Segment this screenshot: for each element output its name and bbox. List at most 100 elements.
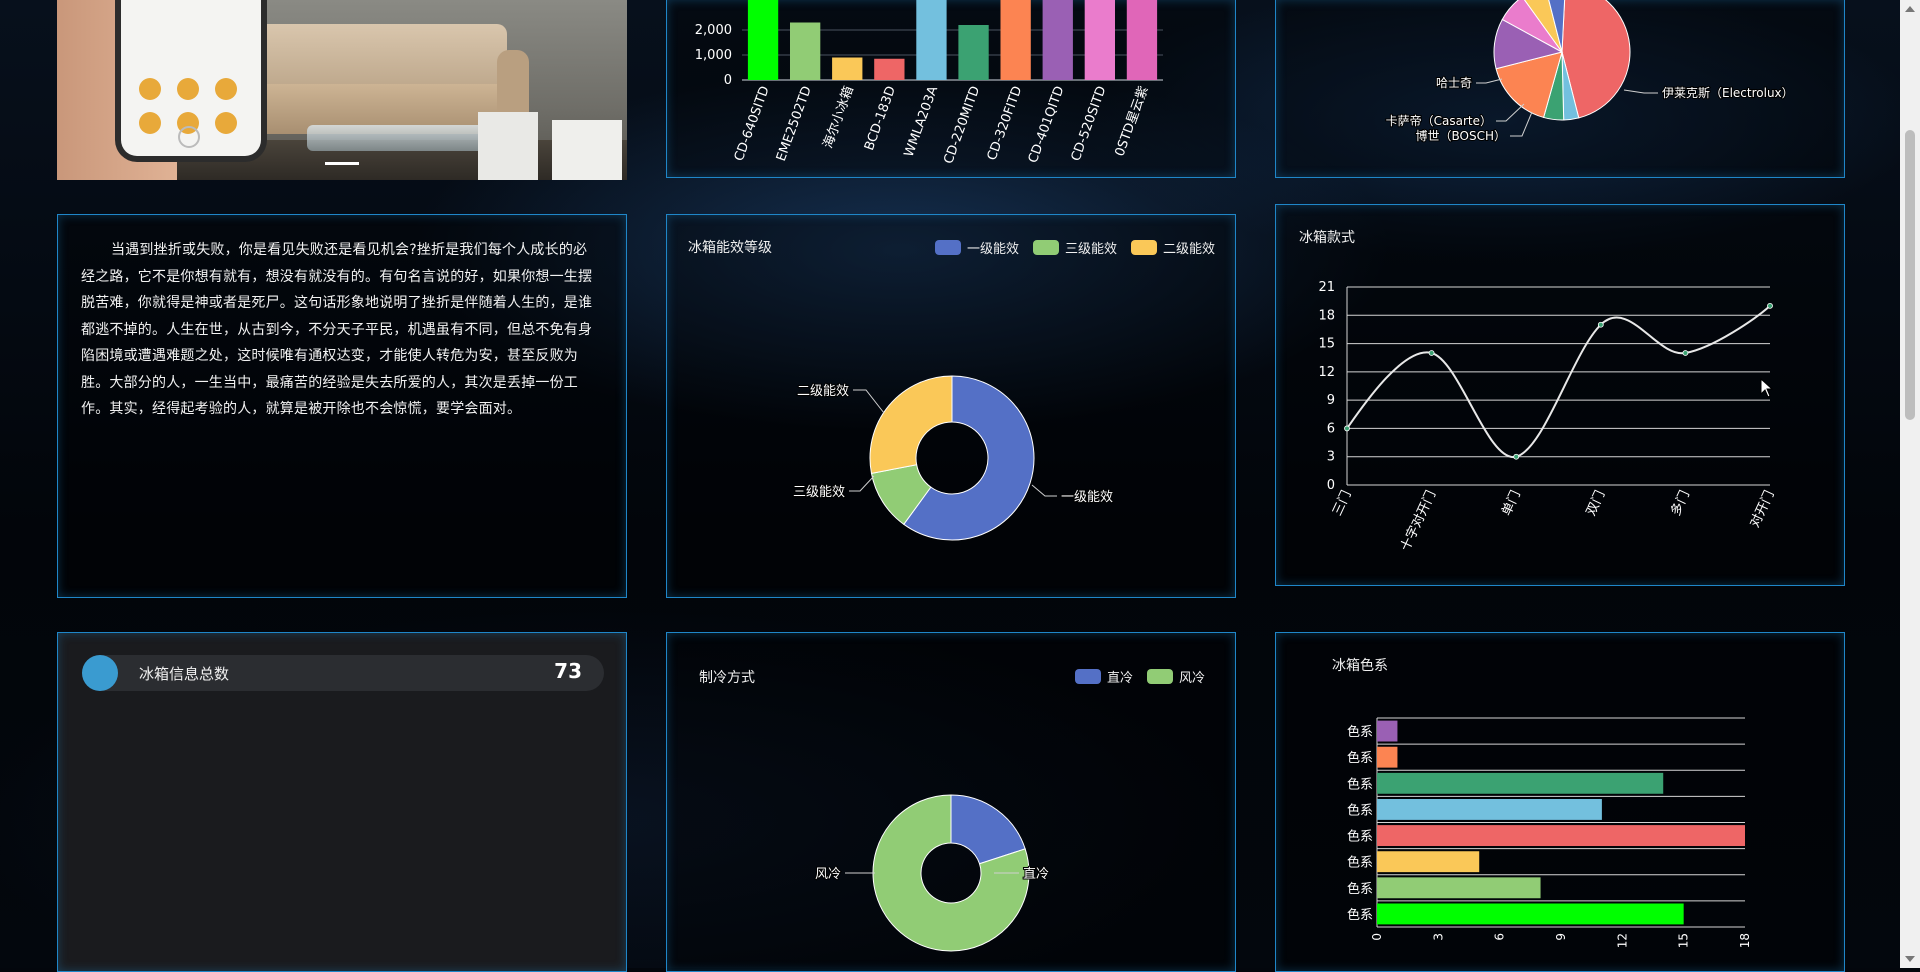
cooling-donut-chart: 直冷 风冷 bbox=[814, 794, 1050, 952]
x-tick-label: 海尔小冰箱 bbox=[820, 84, 857, 151]
label-leader-line bbox=[1476, 78, 1503, 84]
slice-label: 一级能效 bbox=[1061, 490, 1113, 505]
x-tick-label: 18 bbox=[1738, 933, 1752, 948]
bar bbox=[1377, 825, 1745, 847]
y-tick-label: 3 bbox=[1327, 450, 1335, 465]
slice-label: 二级能效 bbox=[797, 384, 849, 399]
sofa bbox=[245, 24, 507, 92]
bar bbox=[1377, 772, 1664, 794]
label-leader-line bbox=[1623, 89, 1658, 94]
bar bbox=[789, 22, 821, 80]
x-tick-label: 9 bbox=[1554, 933, 1568, 941]
x-tick-label: 双门 bbox=[1584, 488, 1609, 518]
y-tick-label: 色系 bbox=[1347, 907, 1373, 923]
scroll-up-arrow-icon[interactable] bbox=[1905, 6, 1915, 12]
x-tick-label: EME2502TD bbox=[774, 84, 815, 163]
y-tick-label: 1,000 bbox=[695, 48, 732, 63]
slice-label: 风冷 bbox=[815, 867, 841, 882]
essay-panel: 当遇到挫折或失败，你是看见失败还是看见机会?挫折是我们每个人成长的必经之路，它不… bbox=[57, 214, 627, 598]
energy-donut-chart: 一级能效 三级能效 二级能效 bbox=[792, 375, 1114, 541]
label-leader-line bbox=[1031, 484, 1057, 497]
y-tick-label: 9 bbox=[1327, 393, 1335, 408]
y-tick-label: 12 bbox=[1318, 365, 1335, 380]
bar bbox=[1000, 0, 1031, 80]
bar bbox=[1042, 0, 1073, 80]
x-tick-label: CD-640SITD bbox=[732, 84, 773, 163]
x-tick-label: BCD-183D bbox=[862, 84, 899, 152]
color-chart-panel: 冰箱色系 色系 色系 色系 色系 色系 色系 色系 色系 0 3 6 9 12 15 18 bbox=[1275, 632, 1845, 972]
x-tick-label: 对开门 bbox=[1748, 488, 1778, 530]
wall-switch bbox=[478, 112, 538, 180]
mouse-cursor-icon bbox=[1760, 378, 1774, 398]
slice-label: 博世（BOSCH） bbox=[1416, 128, 1507, 143]
x-tick-label: WMLA203A bbox=[902, 84, 942, 159]
x-tick-label: 15 bbox=[1677, 933, 1691, 948]
bar bbox=[916, 0, 947, 80]
essay-text: 当遇到挫折或失败，你是看见失败还是看见机会?挫折是我们每个人成长的必经之路，它不… bbox=[81, 242, 593, 417]
data-point bbox=[1682, 350, 1689, 356]
model-bar-chart-panel: 0 1,000 2,000 CD-640SITD EME2502TD 海尔小冰箱 BCD-1… bbox=[666, 0, 1236, 178]
wall-switch bbox=[552, 120, 622, 180]
y-tick-label: 色系 bbox=[1347, 776, 1373, 792]
y-tick-label: 2,000 bbox=[695, 23, 732, 38]
x-tick-label: CD-520SITD bbox=[1069, 84, 1110, 163]
color-bar-chart: 色系色系色系色系色系色系色系色系0 3 6 9 12 15 18 bbox=[1347, 717, 1752, 948]
brand-pie-chart-panel: 伊莱克斯（Electrolux） 博世（BOSCH） 卡萨帝（Casarte） 哈士奇 bbox=[1275, 0, 1845, 178]
x-tick-label: 12 bbox=[1615, 933, 1629, 948]
stat-dot-icon bbox=[82, 655, 118, 691]
y-tick-label: 15 bbox=[1318, 337, 1335, 352]
scroll-thumb[interactable] bbox=[1905, 130, 1915, 420]
y-tick-label: 色系 bbox=[1347, 802, 1373, 818]
stat-label: 冰箱信息总数 bbox=[139, 665, 230, 683]
bar bbox=[1377, 903, 1684, 925]
stat-row: 冰箱信息总数 73 bbox=[82, 655, 604, 691]
bar bbox=[832, 57, 863, 80]
carousel-indicator[interactable] bbox=[325, 162, 359, 165]
x-tick-label: 0 bbox=[1370, 933, 1384, 941]
data-point bbox=[1344, 425, 1350, 432]
x-tick-label: 多门 bbox=[1668, 488, 1693, 518]
scroll-down-arrow-icon[interactable] bbox=[1905, 956, 1915, 962]
bar bbox=[1377, 720, 1398, 742]
page-scrollbar[interactable] bbox=[1900, 0, 1920, 968]
series-line bbox=[1346, 305, 1771, 458]
brand-pie-chart: 伊莱克斯（Electrolux） 博世（BOSCH）卡萨帝（Casarte） 哈士奇 bbox=[1385, 0, 1795, 144]
y-tick-label: 色系 bbox=[1347, 881, 1373, 897]
x-tick-label: CD-401QITD bbox=[1026, 84, 1068, 165]
label-leader-line bbox=[849, 475, 875, 492]
bar bbox=[874, 58, 905, 80]
bar bbox=[1377, 746, 1398, 768]
energy-chart-panel: 冰箱能效等级 一级能效 三级能效 二级能效 一级能效 三级能效 二级能效 bbox=[666, 214, 1236, 598]
x-tick-label: 6 bbox=[1493, 933, 1507, 941]
label-leader-line bbox=[1496, 103, 1525, 122]
bar bbox=[1377, 851, 1480, 873]
stat-panel: 冰箱信息总数 73 bbox=[57, 632, 627, 972]
y-tick-label: 0 bbox=[1327, 478, 1335, 493]
slice-label: 卡萨帝（Casarte） bbox=[1386, 113, 1492, 128]
bar bbox=[1084, 0, 1116, 80]
y-tick-label: 18 bbox=[1318, 308, 1335, 323]
y-tick-label: 色系 bbox=[1347, 724, 1373, 740]
style-line-chart: 036912151821三门 十字对开门 单门 双门 多门 对开门 bbox=[1318, 280, 1778, 554]
x-tick-label: 十字对开门 bbox=[1398, 488, 1439, 553]
bar bbox=[1377, 877, 1541, 899]
slice-label: 三级能效 bbox=[793, 485, 845, 500]
data-point bbox=[1597, 321, 1604, 328]
y-tick-label: 色系 bbox=[1347, 829, 1373, 845]
x-tick-label: CD-220MITD bbox=[941, 84, 983, 166]
model-bar-chart: 0 1,000 2,000 CD-640SITD EME2502TD 海尔小冰箱 BCD-1… bbox=[695, 0, 1163, 166]
bar bbox=[747, 0, 779, 80]
label-leader-line bbox=[1510, 111, 1533, 137]
carousel-image[interactable] bbox=[57, 0, 627, 180]
label-leader-line bbox=[853, 389, 885, 414]
y-tick-label: 色系 bbox=[1347, 855, 1373, 871]
x-tick-label: CD-320FITD bbox=[985, 84, 1026, 162]
bar bbox=[958, 25, 989, 80]
y-tick-label: 21 bbox=[1318, 280, 1335, 295]
cooling-chart-panel: 制冷方式 直冷 风冷 直冷 风冷 bbox=[666, 632, 1236, 972]
data-point bbox=[1428, 350, 1435, 356]
data-point bbox=[1767, 302, 1773, 309]
y-tick-label: 色系 bbox=[1347, 750, 1373, 766]
slice-label: 直冷 bbox=[1023, 867, 1049, 882]
x-tick-label: 3 bbox=[1431, 933, 1445, 941]
